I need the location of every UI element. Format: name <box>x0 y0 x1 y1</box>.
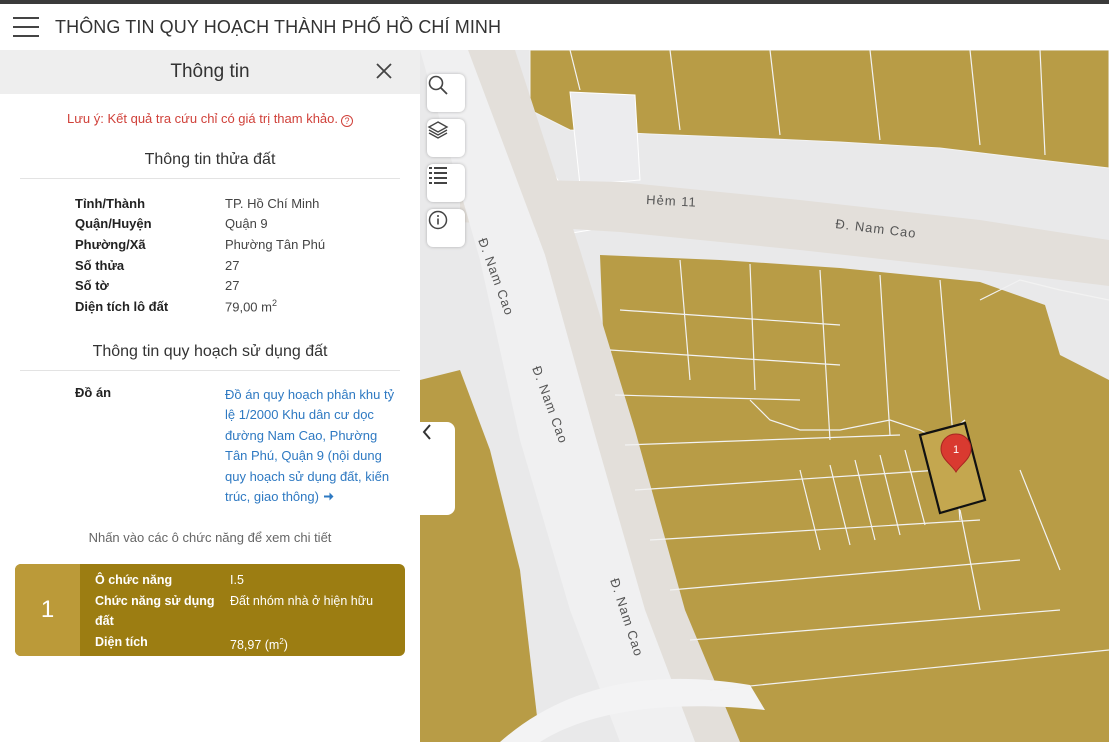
function-row: Chức năng sử dụng đất Đất nhóm nhà ở hiện… <box>95 591 373 632</box>
land-section-title: Thông tin thửa đất <box>20 151 400 179</box>
hint-text: Nhấn vào các ô chức năng để xem chi tiết <box>88 529 332 545</box>
function-value: I.5 <box>230 573 244 587</box>
layers-icon <box>427 121 449 139</box>
help-icon[interactable]: ? <box>341 115 354 127</box>
function-number: 1 <box>15 564 80 656</box>
plan-link[interactable]: Đồ án quy hoạch phân khu tỷ lệ 1/2000 Kh… <box>225 385 395 508</box>
search-tool-button[interactable] <box>427 74 465 112</box>
area-value: 79,00 m <box>225 299 272 315</box>
map-view[interactable]: Hẻm 11 Đ. Nam Cao Đ. Nam Cao Đ. Nam Cao … <box>420 50 1109 742</box>
notice-text: Lưu ý: Kết quả tra cứu chỉ có giá trị th… <box>66 111 339 126</box>
info-tool-button[interactable] <box>427 209 465 247</box>
area-suffix: ) <box>283 637 288 652</box>
panel-header: Thông tin <box>0 50 420 94</box>
marker-label: 1 <box>953 444 959 456</box>
land-info-table: Tỉnh/Thành TP. Hồ Chí Minh Quận/Huyện Quận… <box>75 193 420 317</box>
map-canvas[interactable]: Hẻm 11 Đ. Nam Cao Đ. Nam Cao Đ. Nam Cao … <box>420 50 1109 742</box>
plan-link-text[interactable]: Đồ án quy hoạch phân khu tỷ lệ 1/2000 Kh… <box>225 387 394 505</box>
close-icon[interactable] <box>374 61 394 81</box>
function-details: Ô chức năng I.5 Chức năng sử dụng đất Đất … <box>80 564 373 656</box>
function-key: Diện tích <box>95 634 148 649</box>
info-panel: Thông tin Lưu ý: Kết quả tra cứu chỉ có … <box>0 50 420 742</box>
info-value: 27 <box>225 278 240 294</box>
info-value: Quận 9 <box>225 216 268 232</box>
panel-title: Thông tin <box>170 61 250 82</box>
app-header: THÔNG TIN QUY HOẠCH THÀNH PHỐ HỒ CHÍ MIN… <box>0 4 1109 50</box>
arrow-right-icon <box>323 492 334 501</box>
plan-key: Đồ án <box>75 384 112 400</box>
function-key: Chức năng sử dụng đất <box>95 593 215 629</box>
search-icon <box>428 75 448 95</box>
function-value: 78,97 (m2) <box>230 632 288 656</box>
notice: Lưu ý: Kết quả tra cứu chỉ có giá trị th… <box>0 111 420 127</box>
info-row: Số thửa 27 <box>75 255 420 276</box>
list-tool-button[interactable] <box>427 164 465 202</box>
info-icon <box>428 210 448 230</box>
info-key: Tỉnh/Thành <box>75 195 146 211</box>
info-row: Diện tích lô đất 79,00 m2 <box>75 296 420 317</box>
layers-tool-button[interactable] <box>427 119 465 157</box>
function-row: Diện tích 78,97 (m2) <box>95 632 373 656</box>
info-row: Tỉnh/Thành TP. Hồ Chí Minh <box>75 193 420 214</box>
list-icon <box>429 167 447 184</box>
info-key: Quận/Huyện <box>75 216 152 232</box>
collapse-panel-button[interactable] <box>420 422 455 515</box>
info-value: Phường Tân Phú <box>225 236 326 252</box>
menu-icon[interactable] <box>13 17 39 37</box>
info-row: Số tờ 27 <box>75 275 420 296</box>
area-unit-sup: 2 <box>271 298 277 309</box>
function-key: Ô chức năng <box>95 573 173 587</box>
info-key: Số thửa <box>75 257 125 273</box>
plan-section-title: Thông tin quy hoạch sử dụng đất <box>20 343 400 371</box>
function-card[interactable]: 1 Ô chức năng I.5 Chức năng sử dụng đất Đấ… <box>15 564 405 656</box>
chevron-left-icon <box>422 424 431 440</box>
info-key: Diện tích lô đất <box>75 298 169 314</box>
app-title: THÔNG TIN QUY HOẠCH THÀNH PHỐ HỒ CHÍ MIN… <box>55 16 502 37</box>
info-value: 27 <box>225 257 240 273</box>
info-key: Phường/Xã <box>75 236 146 252</box>
info-value: 79,00 m2 <box>225 298 277 314</box>
function-value: Đất nhóm nhà ở hiện hữu <box>230 593 374 608</box>
road-label-hem11: Hẻm 11 <box>646 192 697 210</box>
info-value: TP. Hồ Chí Minh <box>225 195 320 211</box>
plan-row: Đồ án Đồ án quy hoạch phân khu tỷ lệ 1/2… <box>75 385 420 508</box>
info-row: Phường/Xã Phường Tân Phú <box>75 234 420 255</box>
info-row: Quận/Huyện Quận 9 <box>75 214 420 235</box>
info-key: Số tờ <box>75 278 109 294</box>
function-row: Ô chức năng I.5 <box>95 570 373 591</box>
area-value: 78,97 (m <box>230 637 280 652</box>
